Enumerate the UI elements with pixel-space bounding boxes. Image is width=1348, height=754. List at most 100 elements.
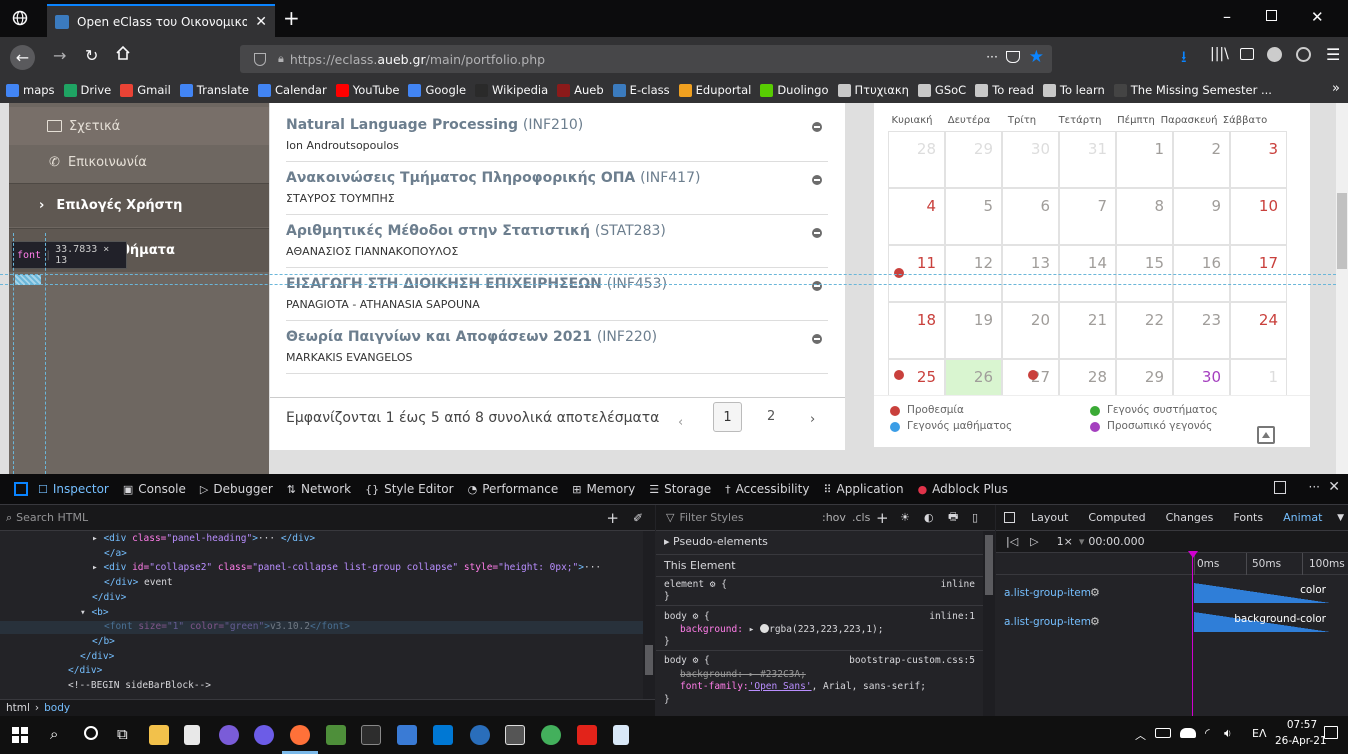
calendar-day[interactable]: 30 — [1002, 131, 1059, 188]
file-explorer-icon[interactable] — [149, 725, 169, 745]
calendar-day[interactable]: 8 — [1116, 188, 1173, 245]
bookmark-5[interactable]: YouTube — [335, 83, 399, 97]
course-list-item[interactable]: Ανακοινώσεις Τμήματος Πληροφορικής ΟΠΑ (… — [286, 162, 828, 215]
rules-scrollbar[interactable] — [983, 531, 995, 716]
deadline-event-dot[interactable] — [894, 370, 904, 380]
calendar-day[interactable]: 22 — [1116, 302, 1173, 359]
calendar-day[interactable]: 24 — [1230, 302, 1287, 359]
close-window-icon[interactable]: ✕ — [1311, 8, 1324, 26]
deadline-event-dot[interactable] — [894, 268, 904, 278]
forward-button[interactable]: → — [53, 46, 66, 65]
course-list-item[interactable]: ΕΙΣΑΓΩΓΗ ΣΤΗ ΔΙΟΙΚΗΣΗ ΕΠΙΧΕΙΡΗΣΕΩΝ (INF4… — [286, 268, 828, 321]
devtools-tab-style-editor[interactable]: {} Style Editor — [365, 482, 453, 496]
calendar-day[interactable]: 5 — [945, 188, 1002, 245]
collapse-icon[interactable] — [812, 281, 822, 291]
cortana-icon[interactable] — [84, 726, 98, 740]
eyedropper-icon[interactable]: ✐ — [633, 511, 643, 525]
clock-date[interactable]: 26-Apr-21 — [1275, 735, 1327, 747]
css-property[interactable]: background: — [680, 624, 743, 635]
cls-toggle[interactable]: .cls — [852, 511, 870, 524]
hamburger-menu-icon[interactable]: ☰ — [1326, 45, 1340, 64]
calendar-day[interactable]: 9 — [1173, 188, 1230, 245]
language-indicator[interactable]: ΕΛ — [1252, 727, 1266, 740]
html-node-line[interactable]: ▸ <div class="panel-heading">··· </div> — [92, 533, 315, 544]
prev-page-button[interactable]: ‹ — [678, 415, 683, 430]
back-button[interactable]: ← — [10, 45, 35, 70]
html-node-line[interactable]: <!--BEGIN sideBarBlock--> — [68, 680, 211, 691]
notepad-icon[interactable] — [184, 725, 200, 745]
calendar-day[interactable]: 23 — [1173, 302, 1230, 359]
font-family-link[interactable]: 'Open Sans' — [749, 681, 812, 692]
firefox-icon[interactable] — [290, 725, 310, 745]
calendar-day[interactable]: 4 — [888, 188, 945, 245]
calendar-day[interactable]: 1 — [1116, 131, 1173, 188]
play-icon[interactable]: ▷ — [1030, 535, 1038, 548]
close-tab-icon[interactable]: ✕ — [255, 14, 267, 30]
collapse-icon[interactable] — [812, 122, 822, 132]
page-actions-icon[interactable]: ··· — [986, 49, 998, 64]
adblock-icon[interactable] — [1267, 47, 1282, 62]
gear-icon[interactable]: ⚙ — [1090, 586, 1100, 599]
element-source[interactable]: inline — [941, 579, 975, 590]
dock-icon[interactable] — [1274, 481, 1286, 494]
bookmark-14[interactable]: To read — [975, 83, 1034, 97]
account-icon[interactable] — [1296, 47, 1311, 62]
rewind-icon[interactable]: |◁ — [1006, 535, 1018, 548]
devtools-tab-accessibility[interactable]: † Accessibility — [725, 482, 809, 496]
element-picker-icon[interactable] — [14, 482, 28, 496]
calendar-day[interactable]: 10 — [1230, 188, 1287, 245]
bookmark-7[interactable]: Wikipedia — [475, 83, 548, 97]
side-tab-animat[interactable]: Animat — [1283, 511, 1322, 524]
devtools-tab-storage[interactable]: ☰ Storage — [649, 482, 711, 496]
course-title[interactable]: Ανακοινώσεις Τμήματος Πληροφορικής ΟΠΑ (… — [286, 170, 700, 186]
calendar-day[interactable]: 21 — [1059, 302, 1116, 359]
scrollbar-thumb[interactable] — [1337, 193, 1347, 269]
sidebar-toggle-icon[interactable] — [1240, 48, 1254, 60]
bookmark-12[interactable]: Πτυχιακη — [837, 83, 909, 97]
bookmark-11[interactable]: Duolingo — [760, 83, 829, 97]
css-value-2[interactable]: , Arial, sans-serif; — [812, 681, 926, 692]
bookmark-1[interactable]: Drive — [63, 83, 111, 97]
scroll-top-button[interactable] — [1257, 426, 1275, 444]
minimize-icon[interactable]: – — [1223, 7, 1231, 26]
bookmark-6[interactable]: Google — [408, 83, 466, 97]
app-icon[interactable] — [397, 725, 417, 745]
calendar-day[interactable]: 19 — [945, 302, 1002, 359]
close-devtools-icon[interactable]: ✕ — [1328, 479, 1340, 495]
html-node-line[interactable]: </b> — [92, 636, 115, 647]
calendar-day[interactable]: 7 — [1059, 188, 1116, 245]
url-bar[interactable]: 🔒︎ https://eclass.aueb.gr/main/portfolio… — [240, 45, 1052, 73]
animation-target[interactable]: a.list-group-item — [1004, 587, 1091, 599]
breadcrumb-body[interactable]: body — [44, 702, 70, 714]
calendar-day[interactable]: 29 — [945, 131, 1002, 188]
css-value[interactable]: rgba(223,223,223,1); — [769, 624, 883, 635]
calendar-day[interactable]: 2 — [1173, 131, 1230, 188]
html-node-line[interactable]: </div> — [80, 651, 114, 662]
collapse-icon[interactable] — [812, 175, 822, 185]
bookmark-0[interactable]: maps — [6, 83, 55, 97]
r-icon[interactable] — [470, 725, 490, 745]
lock-icon[interactable]: 🔒︎ — [278, 52, 284, 66]
onedrive-icon[interactable] — [1180, 728, 1196, 738]
windows-start-icon[interactable] — [12, 727, 28, 743]
html-node-line[interactable]: ▸ <div id="collapse2" class="panel-colla… — [92, 562, 601, 573]
html-scrollbar-thumb[interactable] — [645, 645, 653, 675]
body-rule-selector-2[interactable]: body — [664, 655, 687, 666]
collapse-icon[interactable] — [812, 334, 822, 344]
volume-icon[interactable]: 🔉︎ — [1224, 726, 1232, 741]
body-rule-source[interactable]: inline:1 — [929, 611, 975, 622]
side-tab-fonts[interactable]: Fonts — [1233, 511, 1263, 524]
calendar-day[interactable]: 6 — [1002, 188, 1059, 245]
acrobat-icon[interactable] — [577, 725, 597, 745]
course-title[interactable]: Αριθμητικές Μέθοδοι στην Στατιστική (STA… — [286, 223, 666, 239]
html-node-line[interactable]: </div> event — [104, 577, 173, 588]
notifications-icon[interactable] — [1324, 726, 1338, 739]
animation-target[interactable]: a.list-group-item — [1004, 616, 1091, 628]
document-icon[interactable] — [613, 725, 629, 745]
breadcrumb-html[interactable]: html — [6, 702, 30, 714]
overridden-property[interactable]: background: ▸ #232C3A; — [680, 669, 806, 680]
element-selector[interactable]: element — [664, 579, 704, 590]
pocket-icon[interactable] — [1006, 51, 1020, 63]
search-icon[interactable]: ⌕ — [50, 725, 58, 743]
color-swatch[interactable] — [760, 624, 770, 633]
